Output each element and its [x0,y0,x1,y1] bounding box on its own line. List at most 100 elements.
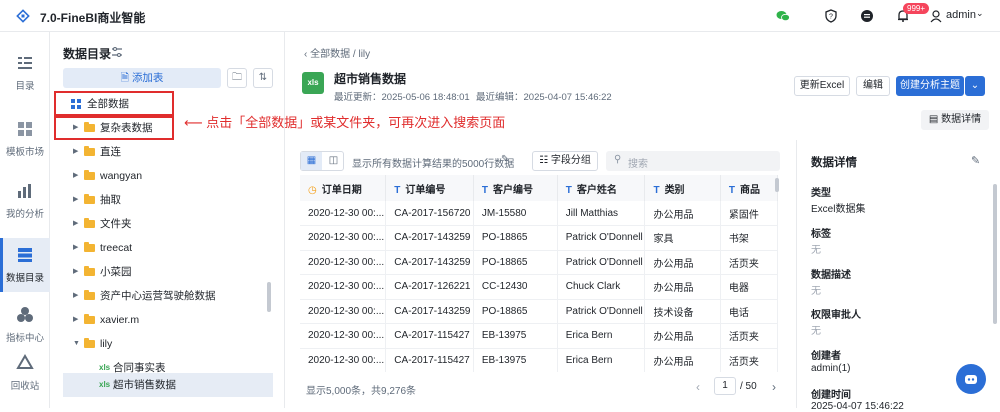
last-edited: 最近编辑：2025-04-07 15:46:22 [476,92,612,103]
help-chat-button[interactable] [956,364,986,394]
table-cell: 办公用品 [644,274,721,300]
table-cell: 办公用品 [644,323,721,349]
table-cell: 书架 [720,225,778,251]
grid-view-icon[interactable]: ▦ [301,152,322,170]
tree-dataset-selected[interactable]: xls 超市销售数据 [63,373,273,397]
table-cell: CA-2017-126221 [385,274,474,300]
wechat-icon[interactable] [776,9,790,23]
field-group-label: 字段分组 [550,155,591,166]
page-input[interactable]: 1 [714,377,736,395]
col-header[interactable]: T 订单编号 [385,175,474,201]
user-name[interactable]: admin [946,9,976,21]
caret-right-icon: ▶ [73,220,79,227]
detail-value: 无 [811,286,821,297]
new-folder-button[interactable]: 🗀 [227,68,247,88]
svg-text:?: ? [829,14,833,21]
tree-folder[interactable]: ▶ 直连 [51,140,285,164]
nav-label: 回收站 [10,381,40,392]
col-header[interactable]: T 商品 [720,175,778,201]
table-row[interactable]: 2020-12-30 00:... CA-2017-115427 EB-13975 E… [300,348,778,372]
tree-scrollbar[interactable] [267,282,271,312]
robot-chat-icon [965,375,977,384]
table-cell: Jill Matthias [557,201,646,226]
create-theme-button[interactable]: 创建分析主题 [896,76,964,96]
update-excel-button[interactable]: 更新Excel [794,76,850,96]
chat-icon[interactable] [860,9,874,23]
folder-plus-icon: 🗀 [232,72,242,83]
tree-item-label: xavier.m [100,314,140,326]
nav-item-my-analysis[interactable]: 我的分析 [0,174,50,228]
back-chevron-icon[interactable]: ‹ [304,49,307,60]
layout-view-icon[interactable]: ◫ [323,152,344,170]
nav-item-data-catalog[interactable]: 数据目录 [0,238,50,292]
folder-icon [84,218,95,228]
help-shield-icon[interactable]: ? [824,9,838,23]
table-row[interactable]: 2020-12-30 00:... CA-2017-126221 CC-12430 C… [300,274,778,300]
tree-folder[interactable]: ▶ treecat [51,236,285,260]
tree-item-label: treecat [100,242,133,254]
field-group-button[interactable]: ☷ 字段分组 [532,151,598,171]
xls-icon: xls [99,380,111,389]
nav-item-metrics-center[interactable]: 指标中心 [0,298,50,352]
col-header[interactable]: T 类别 [644,175,721,201]
table-row[interactable]: 2020-12-30 00:... CA-2017-143259 PO-18865 P… [300,225,778,251]
tree-item-label: 资产中心运营驾驶舱数据 [100,290,216,302]
table-cell: 家具 [644,225,721,251]
nav-label: 模板市场 [5,147,44,158]
next-page-icon[interactable]: › [772,380,776,394]
search-input[interactable]: ⚲ 搜索 [606,151,780,171]
col-header[interactable]: T 客户姓名 [557,175,646,201]
folder-icon [84,242,95,252]
tree-folder[interactable]: ▶ 抽取 [51,188,285,212]
table-cell: Chuck Clark [557,274,646,300]
nav-item-catalog[interactable]: 目录 [0,46,50,100]
col-header[interactable]: T 客户编号 [473,175,558,201]
tree-folder[interactable]: ▶ 小菜园 [51,260,285,284]
table-row[interactable]: 2020-12-30 00:... CA-2017-156720 JM-15580 J… [300,201,778,226]
tree-folder[interactable]: ▶ 文件夹 [51,212,285,236]
text-type-icon: T [565,184,572,196]
nav-item-recycle-bin[interactable]: 回收站 [0,346,50,400]
edit-pencil-icon[interactable]: ✎ [971,154,980,167]
detail-value: 无 [811,326,821,337]
table-cell: 2020-12-30 00:... [300,323,387,349]
detail-key: 权限审批人 [811,310,861,321]
table-scrollbar[interactable] [775,178,779,192]
details-scrollbar[interactable] [993,184,997,324]
breadcrumb-root[interactable]: 全部数据 [310,49,350,60]
detail-key: 标签 [811,229,831,240]
col-header-label: 客户姓名 [576,184,617,196]
caret-right-icon: ▶ [73,268,79,275]
tree-item-label: wangyan [100,170,143,182]
tree-item-label: 超市销售数据 [113,379,176,391]
table-header-row: ◷ 订单日期 T 订单编号 T 客户编号 T 客户姓名 T 类别 T 商品 [300,175,778,201]
filter-settings-icon[interactable] [111,46,123,58]
edit-button[interactable]: 编辑 [856,76,890,96]
chevron-down-icon[interactable]: ⌄ [976,8,984,19]
caret-down-icon: ▼ [73,340,80,347]
pencil-icon[interactable]: ✎ [501,154,509,165]
sort-button[interactable]: ⇅ [253,68,273,88]
data-detail-button[interactable]: ▤ 数据详情 [921,110,989,130]
col-header[interactable]: ◷ 订单日期 [300,175,387,201]
detail-value: 2025-04-07 15:46:22 [811,401,904,412]
table-cell: 电话 [720,299,778,324]
table-cell: CC-12430 [473,274,558,300]
sort-icon: ⇅ [258,72,268,83]
table-row[interactable]: 2020-12-30 00:... CA-2017-143259 PO-18865 P… [300,250,778,275]
tree-folder[interactable]: ▶ xavier.m [51,308,285,332]
highlight-box-all-data [54,91,174,116]
nav-item-template-market[interactable]: 模板市场 [0,112,50,166]
table-row[interactable]: 2020-12-30 00:... CA-2017-143259 PO-18865 P… [300,299,778,324]
table-row[interactable]: 2020-12-30 00:... CA-2017-115427 EB-13975 E… [300,323,778,349]
create-theme-dropdown[interactable]: ⌄ [965,76,985,96]
folder-icon [84,290,95,300]
add-table-button[interactable]: 🗎 添加表 [63,68,221,88]
app-title: 7.0-FineBI商业智能 [40,11,146,25]
prev-page-icon[interactable]: ‹ [696,380,700,394]
user-avatar-icon[interactable] [929,9,943,23]
tree-folder[interactable]: ▶ 资产中心运营驾驶舱数据 [51,284,285,308]
tree-folder-open[interactable]: ▼ lily [51,332,285,356]
tree-folder[interactable]: ▶ wangyan [51,164,285,188]
col-header-label: 订单编号 [405,184,446,196]
